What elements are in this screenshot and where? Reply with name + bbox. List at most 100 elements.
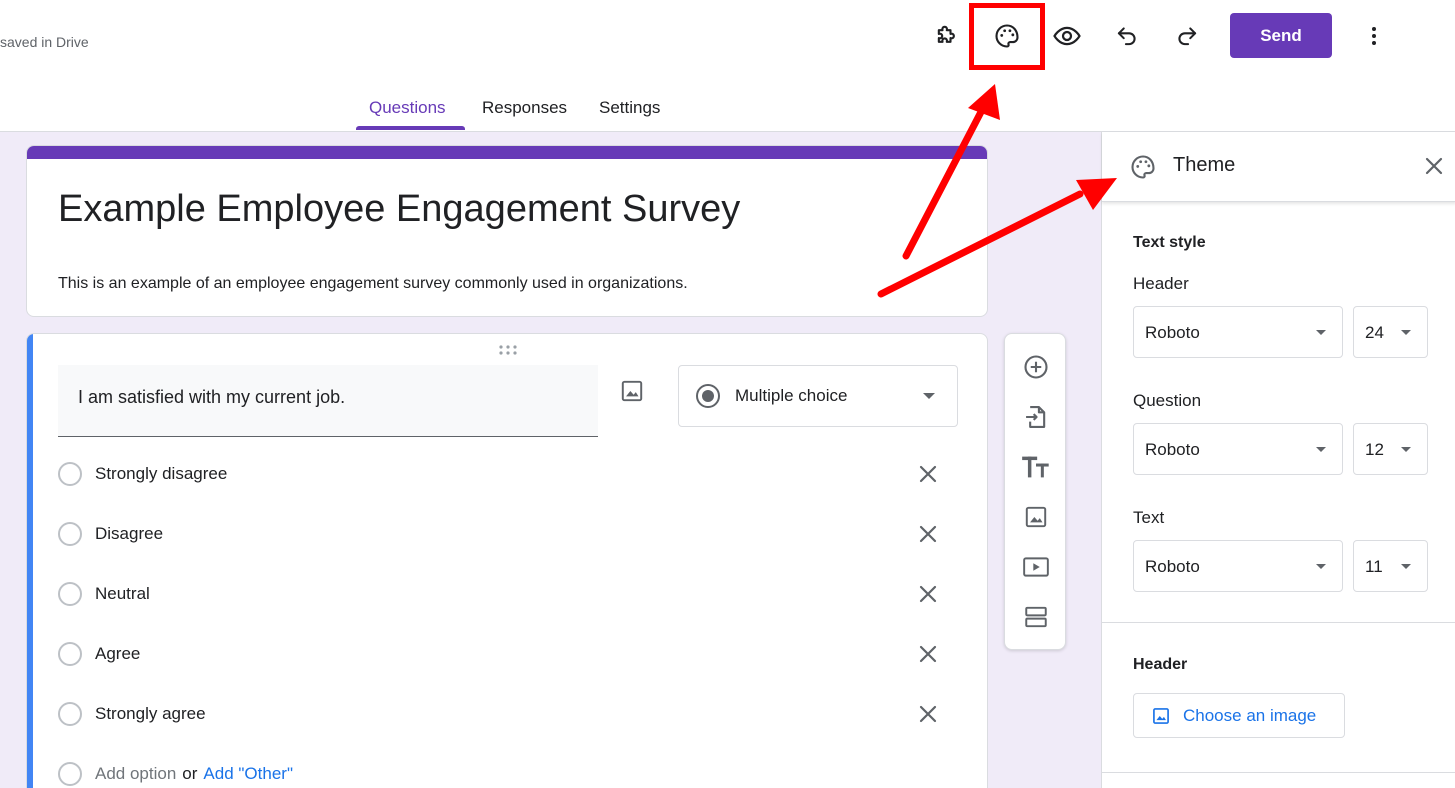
or-label: or [182, 764, 198, 783]
list-item: Strongly agree [58, 699, 948, 729]
option-label[interactable]: Strongly disagree [95, 464, 227, 484]
radio-selected-icon [696, 384, 720, 408]
form-title[interactable]: Example Employee Engagement Survey [58, 188, 740, 231]
floating-toolbar [1004, 333, 1066, 650]
add-image-button[interactable] [1021, 502, 1051, 532]
annotation-highlight-box [969, 3, 1045, 70]
choose-image-button[interactable]: Choose an image [1133, 693, 1345, 738]
add-option-row: Add option or Add "Other" [58, 759, 948, 788]
text-font-value: Roboto [1145, 557, 1200, 576]
close-icon [919, 465, 937, 483]
panel-divider [1102, 622, 1455, 623]
list-item: Agree [58, 639, 948, 669]
top-bar: saved in Drive Send Questions Responses … [0, 0, 1455, 132]
remove-option-button[interactable] [916, 642, 940, 666]
dropdown-caret-icon [1401, 330, 1411, 335]
close-icon [919, 585, 937, 603]
option-label[interactable]: Neutral [95, 584, 150, 604]
question-font-select[interactable]: Roboto [1133, 423, 1343, 475]
dropdown-caret-icon [1316, 330, 1326, 335]
add-title-button[interactable] [1021, 452, 1051, 482]
header-font-select[interactable]: Roboto [1133, 306, 1343, 358]
add-question-image-button[interactable] [619, 378, 645, 404]
dropdown-caret-icon [1316, 564, 1326, 569]
option-label[interactable]: Strongly agree [95, 704, 206, 724]
add-question-button[interactable] [1021, 352, 1051, 382]
title-card-accent-bar [27, 146, 987, 159]
preview-button[interactable] [1047, 16, 1087, 56]
close-icon [919, 645, 937, 663]
active-tab-indicator [356, 126, 465, 130]
import-questions-button[interactable] [1021, 402, 1051, 432]
list-item: Neutral [58, 579, 948, 609]
image-icon [621, 380, 643, 402]
add-question-icon [1024, 355, 1048, 379]
option-label[interactable]: Disagree [95, 524, 163, 544]
radio-circle-icon [58, 702, 82, 726]
add-section-button[interactable] [1021, 602, 1051, 632]
dropdown-caret-icon [1401, 564, 1411, 569]
remove-option-button[interactable] [916, 462, 940, 486]
remove-option-button[interactable] [916, 522, 940, 546]
undo-button[interactable] [1107, 16, 1147, 56]
question-style-label: Question [1133, 391, 1202, 410]
redo-icon [1178, 27, 1197, 46]
add-title-icon [1022, 456, 1049, 478]
panel-divider [1102, 772, 1455, 773]
text-font-select[interactable]: Roboto [1133, 540, 1343, 592]
add-other-link[interactable]: Add "Other" [203, 764, 293, 783]
dropdown-caret-icon [923, 393, 935, 399]
drag-handle-icon [499, 345, 517, 355]
more-options-button[interactable] [1354, 16, 1394, 56]
text-style-heading: Text style [1133, 234, 1206, 251]
question-size-value: 12 [1365, 440, 1384, 459]
form-editor: Example Employee Engagement Survey This … [0, 132, 1101, 788]
question-font-value: Roboto [1145, 440, 1200, 459]
header-style-label: Header [1133, 274, 1189, 293]
dropdown-caret-icon [1316, 447, 1326, 452]
radio-circle-icon [58, 762, 82, 786]
theme-panel-title: Theme [1173, 154, 1236, 176]
theme-panel: Theme Text style Header Roboto 24 Questi… [1101, 132, 1455, 788]
close-theme-panel-button[interactable] [1422, 154, 1446, 178]
remove-option-button[interactable] [916, 582, 940, 606]
option-label[interactable]: Agree [95, 644, 140, 664]
add-image-icon [1025, 506, 1047, 528]
tab-questions[interactable]: Questions [369, 98, 446, 118]
add-option-row-label: Add option or Add "Other" [95, 764, 293, 784]
question-title-input[interactable]: I am satisfied with my current job. [58, 365, 598, 437]
puzzle-icon [937, 25, 955, 43]
question-card[interactable]: I am satisfied with my current job. Mult… [26, 333, 988, 788]
add-option-link[interactable]: Add option [95, 764, 176, 783]
close-icon [1425, 157, 1443, 175]
add-video-button[interactable] [1021, 552, 1051, 582]
radio-circle-icon [58, 462, 82, 486]
theme-palette-icon-wrapper [1129, 153, 1157, 181]
form-description[interactable]: This is an example of an employee engage… [58, 275, 688, 293]
text-size-select[interactable]: 11 [1353, 540, 1428, 592]
theme-panel-header: Theme [1102, 132, 1455, 202]
question-size-select[interactable]: 12 [1353, 423, 1428, 475]
tab-responses[interactable]: Responses [482, 98, 567, 118]
form-title-card[interactable]: Example Employee Engagement Survey This … [26, 145, 988, 317]
header-image-heading: Header [1133, 656, 1188, 673]
redo-button[interactable] [1167, 16, 1207, 56]
text-size-value: 11 [1365, 557, 1383, 576]
question-card-accent [27, 334, 33, 788]
more-vert-icon [1372, 27, 1376, 45]
question-type-select[interactable]: Multiple choice [678, 365, 958, 427]
list-item: Strongly disagree [58, 459, 948, 489]
header-size-value: 24 [1365, 323, 1384, 342]
header-size-select[interactable]: 24 [1353, 306, 1428, 358]
header-font-value: Roboto [1145, 323, 1200, 342]
tab-settings[interactable]: Settings [599, 98, 660, 118]
dropdown-caret-icon [1401, 447, 1411, 452]
radio-circle-icon [58, 522, 82, 546]
drag-handle[interactable] [497, 344, 519, 356]
addons-button[interactable] [927, 16, 967, 56]
send-button[interactable]: Send [1230, 13, 1332, 58]
choose-image-label: Choose an image [1183, 705, 1317, 725]
undo-icon [1117, 27, 1136, 46]
add-section-icon [1025, 606, 1047, 628]
remove-option-button[interactable] [916, 702, 940, 726]
